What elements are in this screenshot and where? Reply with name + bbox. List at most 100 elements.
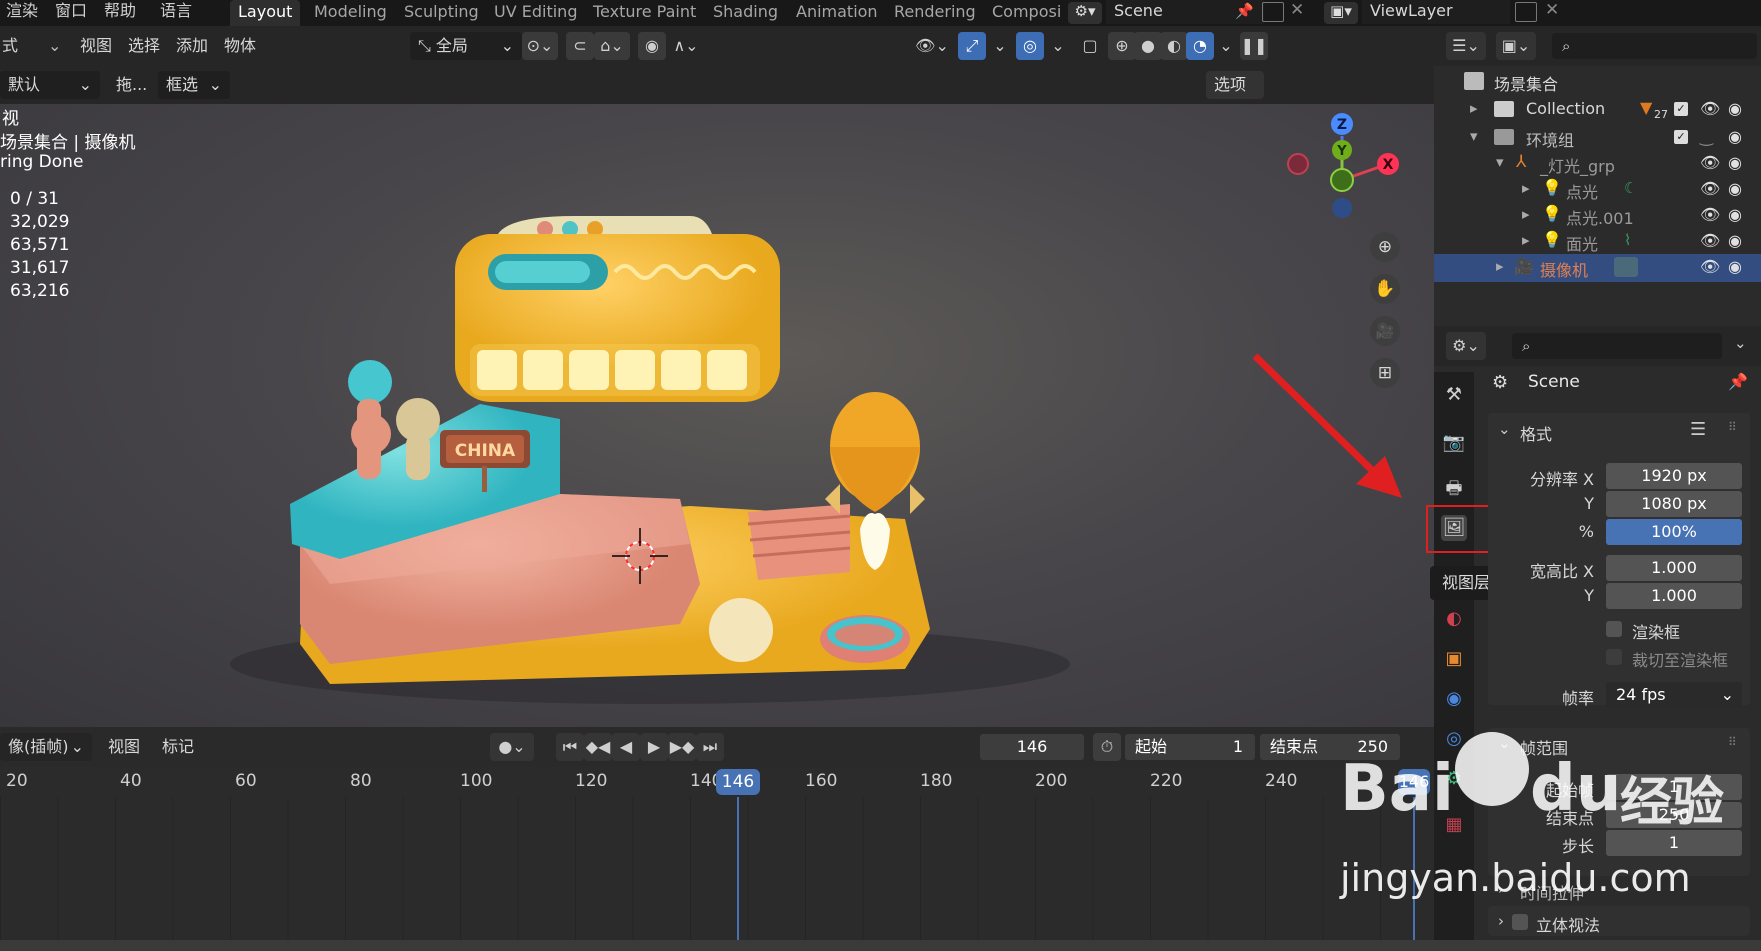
menu-render[interactable]: 渲染 (6, 0, 38, 24)
visibility-icon[interactable]: 👁⌄ (914, 32, 950, 60)
timeline-menu-markers[interactable]: 标记 (162, 733, 194, 761)
camera-render-icon[interactable]: ◉ (1728, 127, 1742, 146)
falloff-icon[interactable]: ∧⌄ (666, 32, 706, 60)
search-icon[interactable]: ⌕ (1552, 33, 1757, 59)
current-frame-field[interactable]: 146 (980, 734, 1084, 760)
aspect-y-field[interactable]: 1.000 (1606, 583, 1742, 609)
mode-dropdown[interactable]: 式 (2, 32, 18, 60)
menu-language[interactable]: 语言 (160, 0, 192, 24)
jump-end-icon[interactable]: ⏭ (696, 733, 724, 761)
crop-border-checkbox[interactable] (1606, 649, 1622, 665)
tab-uv-editing[interactable]: UV Editing (486, 0, 585, 26)
pivot-point-icon[interactable]: ⊙⌄ (522, 32, 558, 60)
select-mode-dropdown[interactable]: 框选 ⌄ (158, 71, 230, 99)
menu-help[interactable]: 帮助 (104, 0, 136, 24)
outliner-row-scene-collection[interactable]: 场景集合 (1434, 68, 1761, 96)
tab-modeling[interactable]: Modeling (306, 0, 395, 26)
outliner-row-camera[interactable]: ▸ 🎥 摄像机 👁 ◉ (1434, 254, 1761, 282)
rendered-shading-icon[interactable]: ◔ (1186, 32, 1214, 60)
camera-render-icon[interactable]: ◉ (1728, 231, 1742, 250)
filter-icon[interactable]: ▣⌄ (1496, 32, 1536, 60)
output-properties-icon[interactable]: 🖶 (1441, 476, 1467, 502)
tab-compositing[interactable]: Composi (984, 0, 1069, 26)
menu-view[interactable]: 视图 (80, 32, 112, 60)
exclude-checkbox[interactable]: ✓ (1674, 102, 1688, 116)
zoom-icon[interactable]: ⊕ (1370, 232, 1400, 262)
expand-arrow-icon[interactable]: ▸ (1522, 179, 1530, 197)
time-stretch-label[interactable]: 时间拉伸 (1520, 880, 1584, 904)
object-properties-icon[interactable]: ▣ (1441, 646, 1467, 672)
close-scene-icon[interactable]: ✕ (1290, 0, 1304, 20)
snap-icon[interactable]: ⊂ (566, 32, 594, 60)
aspect-x-field[interactable]: 1.000 (1606, 555, 1742, 581)
stopwatch-icon[interactable]: ⏱ (1093, 733, 1121, 761)
new-scene-icon[interactable] (1262, 2, 1284, 22)
pin-icon[interactable]: 📌 (1235, 2, 1254, 20)
expand-arrow-icon[interactable]: ▸ (1496, 257, 1504, 275)
proportional-edit-icon[interactable]: ◉ (638, 32, 666, 60)
playhead-label[interactable]: 146 (716, 769, 760, 795)
chevron-down-icon[interactable]: ⌄ (1044, 32, 1072, 60)
camera-render-icon[interactable]: ◉ (1728, 205, 1742, 224)
outliner-row-point-light-001[interactable]: ▸ 💡 点光.001 👁 ◉ (1434, 202, 1761, 230)
scene-selector-icon[interactable]: ⚙▾ (1068, 2, 1102, 24)
pause-render-icon[interactable]: ❚❚ (1240, 32, 1268, 60)
expand-arrow-icon[interactable]: ▸ (1522, 231, 1530, 249)
texture-properties-icon[interactable]: ▦ (1441, 812, 1467, 838)
tool-settings-icon[interactable]: ⚒ (1441, 382, 1467, 408)
eye-icon[interactable]: 👁 (1700, 179, 1720, 198)
chevron-down-icon[interactable]: ⌄ (986, 32, 1014, 60)
eye-closed-icon[interactable]: ‿ (1700, 127, 1713, 146)
camera-view-icon[interactable]: 🎥 (1370, 316, 1400, 346)
stereoscopy-checkbox[interactable] (1512, 914, 1528, 930)
editor-type-icon[interactable]: ⚙⌄ (1446, 332, 1486, 360)
chevron-down-icon[interactable]: ⌄ (48, 32, 61, 60)
chevron-down-icon[interactable]: ⌄ (1498, 734, 1511, 752)
outliner-row-area-light[interactable]: ▸ 💡 面光 ⌇ 👁 ◉ (1434, 228, 1761, 256)
play-reverse-icon[interactable]: ◀ (612, 733, 640, 761)
eye-icon[interactable]: 👁 (1700, 153, 1720, 172)
drag-handle-icon[interactable]: ⠿ (1728, 735, 1737, 749)
transform-orientation-dropdown[interactable]: ⤡ 全局 ⌄ (410, 32, 522, 60)
resolution-x-field[interactable]: 1920 px (1606, 463, 1742, 489)
menu-select[interactable]: 选择 (128, 32, 160, 60)
frame-step-field[interactable]: 1 (1606, 830, 1742, 856)
timeline-menu-view[interactable]: 视图 (108, 733, 140, 761)
options-dropdown[interactable]: 选项⌄ (1206, 71, 1264, 122)
eye-icon[interactable]: 👁 (1700, 205, 1720, 224)
physics-properties-icon[interactable]: ◎ (1441, 726, 1467, 752)
close-viewlayer-icon[interactable]: ✕ (1545, 0, 1559, 20)
frame-end-field[interactable]: 250 (1606, 802, 1742, 828)
orientation-dropdown[interactable]: 默认 ⌄ (0, 71, 100, 99)
frame-start-field[interactable]: 1 (1606, 774, 1742, 800)
wireframe-shading-icon[interactable]: ⊕ (1108, 32, 1136, 60)
expand-arrow-icon[interactable]: ▸ (1522, 205, 1530, 223)
drag-handle-icon[interactable]: ⠿ (1728, 420, 1737, 434)
tab-layout[interactable]: Layout (230, 0, 301, 26)
pin-icon[interactable]: 📌 (1728, 372, 1748, 391)
tab-rendering[interactable]: Rendering (886, 0, 984, 26)
eye-icon[interactable]: 👁 (1700, 99, 1720, 118)
snap-target-icon[interactable]: ⌂⌄ (594, 32, 630, 60)
tab-texture-paint[interactable]: Texture Paint (585, 0, 704, 26)
end-frame-field[interactable]: 结束点 250 (1260, 734, 1400, 760)
fps-dropdown[interactable]: 24 fps ⌄ (1606, 682, 1742, 708)
menu-add[interactable]: 添加 (176, 32, 208, 60)
eye-icon[interactable]: 👁 (1700, 231, 1720, 250)
drag-dropdown[interactable]: 拖... (116, 71, 147, 99)
viewlayer-name-field[interactable]: ViewLayer (1362, 0, 1510, 24)
menu-window[interactable]: 窗口 (55, 0, 87, 24)
viewlayer-selector-icon[interactable]: ▣▾ (1324, 2, 1358, 24)
search-icon[interactable]: ⌕ (1512, 333, 1722, 359)
resolution-percent-field[interactable]: 100% (1606, 519, 1742, 545)
exclude-checkbox[interactable]: ✓ (1674, 130, 1688, 144)
chevron-right-icon[interactable]: › (1498, 912, 1504, 930)
navigation-gizmo[interactable]: Z Y X (1282, 108, 1400, 228)
render-border-checkbox[interactable] (1606, 621, 1622, 637)
outliner-row-point-light[interactable]: ▸ 💡 点光 ☾ 👁 ◉ (1434, 176, 1761, 204)
jump-start-icon[interactable]: ⏮ (556, 733, 584, 761)
timeline-mode-dropdown[interactable]: 像(插帧) ⌄ (0, 733, 92, 761)
xray-icon[interactable]: ▢ (1076, 32, 1104, 60)
camera-render-icon[interactable]: ◉ (1728, 257, 1742, 276)
modifier-properties-icon[interactable]: ◉ (1441, 686, 1467, 712)
